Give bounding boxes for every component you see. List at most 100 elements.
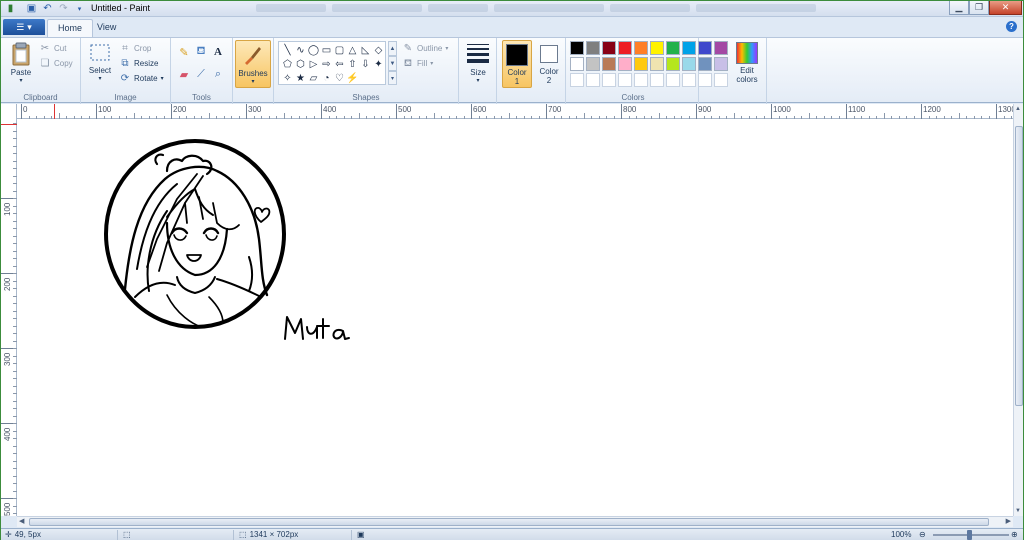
vertical-scrollbar[interactable]: ▲ ▼	[1013, 104, 1023, 516]
palette-swatch[interactable]	[666, 41, 680, 55]
horizontal-scroll-thumb[interactable]	[29, 518, 989, 526]
shape-arrow-up-icon[interactable]: ⇧	[346, 58, 359, 70]
scroll-left-arrow[interactable]: ◀	[19, 517, 24, 525]
shape-line-icon[interactable]: ╲	[281, 44, 294, 56]
scroll-right-arrow[interactable]: ▶	[1006, 517, 1011, 525]
palette-swatch[interactable]	[570, 57, 584, 71]
chevron-down-icon: ▾	[430, 61, 434, 67]
custom-palette-swatch[interactable]	[634, 73, 648, 87]
custom-palette-swatch[interactable]	[602, 73, 616, 87]
shape-arrow-right-icon[interactable]: ⇨	[320, 58, 333, 70]
shape-arrow-left-icon[interactable]: ⇦	[333, 58, 346, 70]
palette-swatch[interactable]	[618, 57, 632, 71]
shapes-scroll-down[interactable]: ▼	[388, 56, 397, 71]
palette-swatch[interactable]	[602, 41, 616, 55]
cursor-position: ✛ 49, 5px	[5, 530, 41, 539]
shape-rectangle-icon[interactable]: ▭	[320, 44, 333, 56]
shape-diamond-icon[interactable]: ◇	[372, 44, 385, 56]
shape-four-point-star-icon[interactable]: ✦	[372, 58, 385, 70]
palette-swatch[interactable]	[650, 41, 664, 55]
shape-hexagon-icon[interactable]: ⬡	[294, 58, 307, 70]
shape-right-triangle-icon[interactable]: ◺	[359, 44, 372, 56]
text-tool-icon[interactable]: A	[210, 44, 226, 60]
shape-rounded-rectangle-icon[interactable]: ▢	[333, 44, 346, 56]
fill-bucket-icon[interactable]: ⛾	[193, 44, 209, 60]
magnifier-icon[interactable]: ⌕	[210, 66, 226, 82]
palette-swatch[interactable]	[666, 57, 680, 71]
cursor-position-value: 49, 5px	[14, 530, 41, 539]
color-picker-icon[interactable]: ⟋	[193, 66, 209, 82]
size-button[interactable]: Size ▾	[463, 42, 493, 84]
custom-palette-swatch[interactable]	[586, 73, 600, 87]
rotate-button[interactable]: ⟳ Rotate ▾	[119, 72, 164, 85]
fill-button[interactable]: ⛾ Fill ▾	[402, 57, 433, 70]
palette-swatch[interactable]	[570, 41, 584, 55]
palette-swatch[interactable]	[586, 41, 600, 55]
cut-button[interactable]: ✂ Cut	[39, 42, 67, 55]
palette-swatch[interactable]	[634, 57, 648, 71]
custom-palette-swatch[interactable]	[570, 73, 584, 87]
custom-palette-swatch[interactable]	[682, 73, 696, 87]
vertical-scroll-thumb[interactable]	[1015, 126, 1023, 406]
tab-view[interactable]: View	[87, 19, 126, 37]
scroll-down-arrow[interactable]: ▼	[1015, 508, 1021, 514]
eraser-icon[interactable]: ▰	[176, 66, 192, 82]
shape-triangle-icon[interactable]: △	[346, 44, 359, 56]
shapes-expand[interactable]: ▾	[388, 71, 397, 85]
shape-curve-icon[interactable]: ∿	[294, 44, 307, 56]
shape-callout-icon[interactable]: ▱	[307, 72, 320, 84]
shapes-scroll-up[interactable]: ▲	[388, 41, 397, 56]
clipboard-group-label: Clipboard	[23, 93, 58, 102]
custom-palette-swatch[interactable]	[650, 73, 664, 87]
palette-swatch[interactable]	[682, 57, 696, 71]
customize-qat-icon[interactable]: ▾	[73, 2, 86, 15]
horizontal-scrollbar[interactable]: ◀ ▶	[17, 516, 1013, 527]
shape-heart-icon[interactable]: ♡	[333, 72, 346, 84]
edit-colors-button[interactable]: Edit colors	[733, 42, 761, 84]
color2-button[interactable]: Color 2	[535, 40, 563, 88]
zoom-level: 100%	[891, 530, 911, 539]
scroll-up-arrow[interactable]: ▲	[1015, 106, 1021, 112]
color1-label: Color	[507, 68, 527, 77]
zoom-slider-thumb[interactable]	[967, 530, 972, 540]
palette-swatch[interactable]	[618, 41, 632, 55]
pencil-icon[interactable]: ✎	[176, 44, 192, 60]
cursor-ruler-marker	[1, 124, 17, 125]
copy-button[interactable]: ❏ Copy	[39, 57, 73, 70]
zoom-in-button[interactable]: ⊕	[1011, 530, 1018, 539]
palette-swatch[interactable]	[634, 41, 648, 55]
shape-lightning-icon[interactable]: ⚡	[346, 72, 359, 84]
resize-button[interactable]: ⧉ Resize	[119, 57, 158, 70]
outline-button[interactable]: ✎ Outline ▾	[402, 42, 449, 55]
shape-oval-icon[interactable]: ◯	[307, 44, 320, 56]
undo-icon[interactable]: ↶	[41, 2, 54, 15]
select-button[interactable]: Select ▾	[86, 42, 114, 82]
shape-rounded-callout-icon[interactable]: ◔	[320, 72, 333, 84]
zoom-out-icon: ⊖	[919, 530, 926, 539]
crop-button[interactable]: ⌗ Crop	[119, 42, 151, 55]
shape-right-arrow-icon[interactable]: ▷	[307, 58, 320, 70]
palette-swatch[interactable]	[602, 57, 616, 71]
save-icon[interactable]: ▣	[25, 2, 38, 15]
close-button[interactable]: ✕	[989, 1, 1022, 15]
brushes-button[interactable]: Brushes ▾	[235, 40, 271, 88]
palette-swatch[interactable]	[650, 57, 664, 71]
custom-palette-swatch[interactable]	[666, 73, 680, 87]
color1-button[interactable]: Color 1	[502, 40, 532, 88]
zoom-out-button[interactable]: ⊖	[919, 530, 926, 539]
shape-arrow-down-icon[interactable]: ⇩	[359, 58, 372, 70]
help-icon[interactable]: ?	[1006, 21, 1017, 32]
paint-app-icon[interactable]: ▮	[4, 2, 17, 15]
shape-pentagon-icon[interactable]: ⬠	[281, 58, 294, 70]
maximize-button[interactable]: ❐	[969, 1, 989, 15]
custom-palette-swatch[interactable]	[618, 73, 632, 87]
paint-menu-button[interactable]: ☰ ▾	[3, 19, 45, 35]
palette-swatch[interactable]	[682, 41, 696, 55]
palette-swatch[interactable]	[586, 57, 600, 71]
redo-icon[interactable]: ↷	[57, 2, 70, 15]
minimize-button[interactable]: ▁	[949, 1, 969, 15]
shape-five-point-star-icon[interactable]: ✧	[281, 72, 294, 84]
shape-six-point-star-icon[interactable]: ★	[294, 72, 307, 84]
drawing-canvas[interactable]	[17, 119, 1013, 516]
paste-button[interactable]: Paste ▾	[7, 42, 35, 84]
